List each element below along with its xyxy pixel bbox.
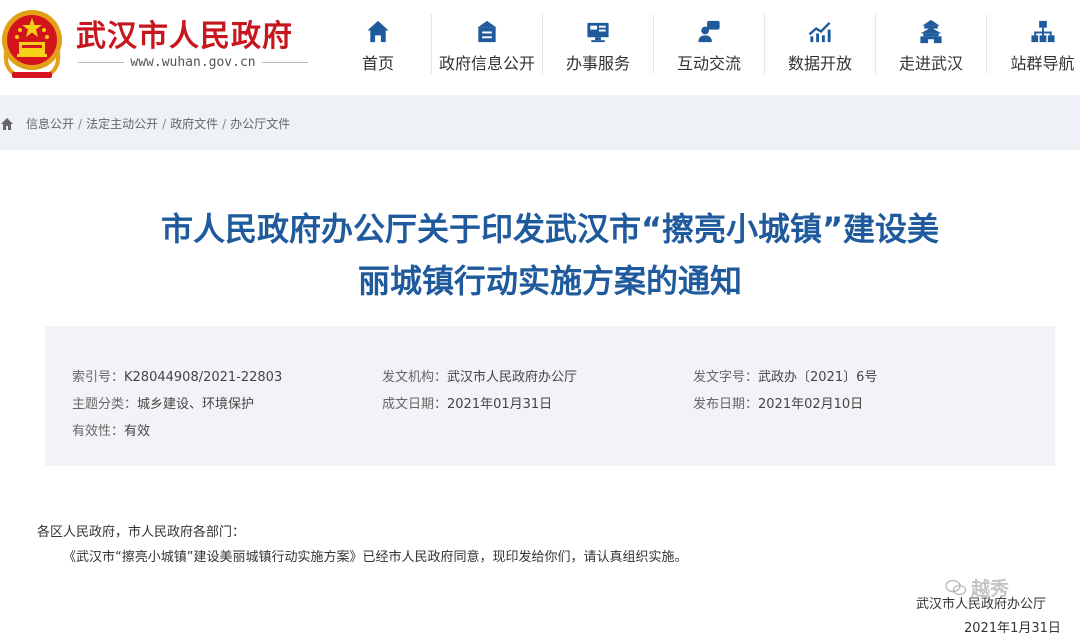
meta-label: 主题分类： — [72, 397, 138, 412]
site-tree-icon — [1030, 20, 1055, 43]
breadcrumb-link-statutory[interactable]: 法定主动公开 — [86, 115, 158, 132]
site-name[interactable]: 武汉市人民政府 — [76, 11, 293, 55]
service-icon — [587, 22, 609, 43]
meta-label: 发文机构： — [382, 370, 448, 385]
page-title-line: 市人民政府办公厅关于印发武汉市“擦亮小城镇”建设美 — [160, 210, 940, 248]
nav-label: 走进武汉 — [898, 54, 963, 73]
tower-icon — [920, 19, 942, 44]
nav-label: 数据开放 — [787, 54, 852, 73]
nav-item-site-navigation[interactable]: 站群导航 — [987, 14, 1080, 74]
meta-value: 2021年01月31日 — [447, 397, 553, 412]
signature-date: 2021年1月31日 — [964, 621, 1061, 636]
breadcrumb-separator: / — [162, 116, 167, 131]
nav-item-service[interactable]: 办事服务 — [543, 14, 654, 74]
data-chart-icon — [808, 21, 831, 43]
interaction-icon — [698, 20, 720, 43]
nav-label: 互动交流 — [676, 54, 741, 73]
breadcrumb-link-info-disclosure[interactable]: 信息公开 — [26, 115, 74, 132]
page-title-line: 丽城镇行动实施方案的通知 — [357, 262, 742, 300]
breadcrumb-separator: / — [222, 116, 227, 131]
meta-label: 成文日期： — [382, 397, 448, 412]
site-url[interactable]: www.wuhan.gov.cn — [78, 55, 309, 70]
meta-value: 有效 — [124, 424, 151, 439]
breadcrumb-link-office-docs[interactable]: 办公厅文件 — [230, 115, 290, 132]
meta-doc-number: 发文字号：武政办〔2021〕6号 — [693, 366, 877, 385]
meta-value: 2021年02月10日 — [758, 397, 864, 412]
nav-label: 首页 — [361, 54, 394, 73]
letter-greeting: 各区人民政府，市人民政府各部门： — [37, 525, 246, 540]
site-header: 武汉市人民政府 www.wuhan.gov.cn 首页 政府信息公开 办事服务 … — [0, 0, 1080, 95]
nav-item-about-wuhan[interactable]: 走进武汉 — [876, 14, 987, 74]
nav-item-interaction[interactable]: 互动交流 — [654, 14, 765, 74]
meta-label: 索引号： — [72, 370, 125, 385]
breadcrumb-link-gov-docs[interactable]: 政府文件 — [170, 115, 218, 132]
nav-label: 政府信息公开 — [438, 54, 535, 73]
page-title: 市人民政府办公厅关于印发武汉市“擦亮小城镇”建设美 丽城镇行动实施方案的通知 — [60, 203, 1040, 307]
document-meta-box: 索引号：K28044908/2021-22803 发文机构：武汉市人民政府办公厅… — [45, 326, 1055, 466]
letter-paragraph: 《武汉市“擦亮小城镇”建设美丽城镇行动实施方案》已经市人民政府同意，现印发给你们… — [63, 550, 688, 565]
info-disclosure-icon — [477, 20, 497, 43]
meta-label: 有效性： — [72, 424, 125, 439]
nav-item-info-disclosure[interactable]: 政府信息公开 — [432, 14, 543, 74]
nav-item-open-data[interactable]: 数据开放 — [765, 14, 876, 74]
signature-org: 武汉市人民政府办公厅 — [916, 597, 1047, 612]
home-icon — [367, 20, 389, 43]
meta-publish-date: 发布日期：2021年02月10日 — [693, 393, 863, 412]
nav-label: 站群导航 — [1010, 54, 1075, 73]
meta-value: K28044908/2021-22803 — [124, 370, 283, 385]
meta-topic: 主题分类：城乡建设、环境保护 — [72, 393, 254, 412]
breadcrumb-separator: / — [78, 116, 83, 131]
breadcrumb: 信息公开 / 法定主动公开 / 政府文件 / 办公厅文件 — [0, 115, 290, 132]
meta-written-date: 成文日期：2021年01月31日 — [382, 393, 552, 412]
meta-value: 武政办〔2021〕6号 — [758, 370, 878, 385]
nav-item-home[interactable]: 首页 — [325, 14, 432, 74]
meta-issuer: 发文机构：武汉市人民政府办公厅 — [382, 366, 577, 385]
national-emblem-icon[interactable] — [0, 6, 64, 82]
meta-validity: 有效性：有效 — [72, 420, 150, 439]
meta-label: 发布日期： — [693, 397, 759, 412]
site-url-text: www.wuhan.gov.cn — [130, 55, 256, 70]
meta-value: 城乡建设、环境保护 — [137, 397, 255, 412]
main-nav: 首页 政府信息公开 办事服务 互动交流 数据开放 走进武汉 站群导航 — [325, 14, 1080, 74]
home-icon[interactable] — [0, 117, 14, 131]
nav-label: 办事服务 — [565, 54, 630, 73]
meta-index: 索引号：K28044908/2021-22803 — [72, 366, 282, 385]
meta-label: 发文字号： — [693, 370, 759, 385]
breadcrumb-bar: 信息公开 / 法定主动公开 / 政府文件 / 办公厅文件 — [0, 95, 1080, 150]
meta-value: 武汉市人民政府办公厅 — [447, 370, 578, 385]
